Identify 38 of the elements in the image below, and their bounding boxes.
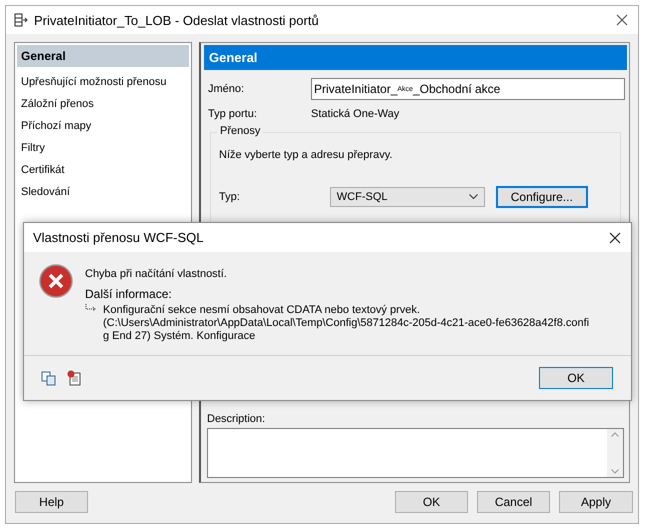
field-label: Typ portu: (208, 108, 258, 120)
ok-button[interactable]: OK (395, 491, 468, 513)
sidebar-item[interactable]: Příchozí mapy (17, 115, 189, 137)
help-button[interactable]: Help (15, 491, 88, 513)
type-dropdown[interactable]: WCF-SQL (330, 187, 485, 207)
close-icon[interactable] (609, 232, 621, 244)
error-icon (39, 264, 73, 298)
group-legend: Přenosy (217, 125, 264, 137)
apply-button[interactable]: Apply (559, 491, 633, 513)
hint-text: Níže vyberte typ a adresu přepravy. (219, 149, 394, 161)
arrow-icon (85, 304, 97, 312)
error-message: Chyba při načítání vlastností. (85, 268, 228, 280)
port-icon (14, 13, 28, 27)
copy-icon[interactable] (41, 370, 57, 386)
panel-header: General (204, 45, 627, 70)
details-text: g End 27) Systém. Konfigurace (103, 330, 256, 343)
sidebar-item[interactable]: General (17, 45, 189, 67)
window-title: PrivateInitiator_To_LOB - Odeslat vlastnosti portů (34, 12, 320, 28)
ok-button[interactable]: OK (539, 367, 613, 389)
sidebar-item[interactable]: Záložní přenos (17, 93, 189, 115)
close-icon[interactable] (616, 14, 628, 26)
sidebar-item[interactable]: Sledování (17, 181, 189, 203)
configure-button[interactable]: Configure... (496, 186, 588, 208)
cancel-button[interactable]: Cancel (477, 491, 550, 513)
details-label: Další informace: (85, 287, 173, 301)
field-label: Typ: (219, 191, 240, 203)
sidebar-item[interactable]: Upřesňující možnosti přenosu (17, 71, 189, 93)
port-type-value: Statická One-Way (311, 108, 400, 120)
chevron-icon (468, 194, 478, 200)
sidebar-item[interactable]: Filtry (17, 137, 189, 159)
field-label: Description: (207, 413, 266, 425)
field-label: Jméno: (208, 83, 246, 95)
dialog-title: Vlastnosti přenosu WCF-SQL (33, 230, 204, 245)
name-field[interactable]: PrivateInitiator_$^{Akce}$_Obchodní akce (311, 78, 625, 100)
details-text: (C:\Users\Administrator\AppData\Local\Temp\Config\5871284c-205d-4c21-ace0-fe63628a42f8.confi (103, 317, 590, 330)
details-text: Konfigurační sekce nesmí obsahovat CDATA nebo textový prvek. (103, 304, 421, 317)
sidebar-item[interactable]: Certifikát (17, 159, 189, 181)
error-report-icon[interactable] (67, 370, 83, 386)
